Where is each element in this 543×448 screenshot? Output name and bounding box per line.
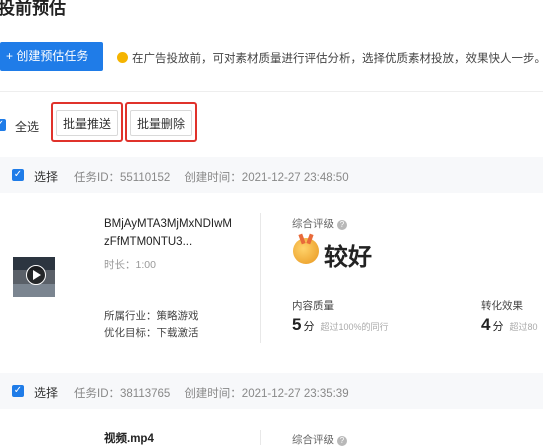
conversion-label: 转化效果 (481, 300, 523, 312)
help-icon[interactable]: ? (337, 220, 347, 230)
task-select-checkbox[interactable]: ✓ (12, 385, 24, 397)
content-quality-label: 内容质量 (292, 300, 334, 312)
page-title: 投前预估 (0, 0, 66, 18)
medal-icon (293, 233, 319, 264)
task-select-label: 选择 (34, 170, 59, 184)
divider (0, 91, 543, 92)
task-meta: 任务ID：38113765 创建时间：2021-12-27 23:35:39 (74, 385, 349, 401)
task-select-checkbox[interactable]: ✓ (12, 169, 24, 181)
task-created-time: 创建时间：2021-12-27 23:35:39 (184, 388, 349, 400)
task-meta: 任务ID：55110152 创建时间：2021-12-27 23:48:50 (74, 169, 349, 185)
conversion-score: 4 分超过80 (481, 315, 538, 334)
select-all-checkbox[interactable]: ✓ (0, 119, 6, 131)
select-all-label: 全选 (15, 120, 40, 134)
play-icon (26, 265, 46, 285)
file-name: BMjAyMTA3MjMxNDIwMzFfMTM0NTU3... (104, 218, 232, 248)
bulk-delete-button[interactable]: 批量删除 (130, 110, 192, 136)
create-estimate-task-button[interactable]: + 创建预估任务 (0, 42, 103, 71)
task-id: 任务ID：55110152 (74, 172, 171, 184)
duration: 时长：1:00 (104, 259, 156, 271)
lightbulb-icon (117, 52, 128, 63)
divider (260, 430, 261, 445)
video-thumbnail[interactable] (13, 257, 55, 297)
overall-rating-label: 综合评级? (292, 216, 347, 231)
optimization-goal: 优化目标：下载激活 (104, 327, 199, 339)
industry: 所属行业：策略游戏 (104, 310, 199, 322)
divider (260, 213, 261, 343)
content-quality-score: 5 分超过100%的同行 (292, 315, 389, 334)
task-select-label: 选择 (34, 386, 59, 400)
task-id: 任务ID：38113765 (74, 388, 171, 400)
overall-rating-value: 较好 (324, 244, 372, 271)
tip-banner: 在广告投放前，可对素材质量进行评估分析，选择优质素材投放，效果快人一步。 (117, 50, 543, 66)
file-name: 视频.mp4 (104, 433, 154, 445)
tip-text: 在广告投放前，可对素材质量进行评估分析，选择优质素材投放，效果快人一步。 (132, 53, 543, 65)
bulk-push-button[interactable]: 批量推送 (56, 110, 118, 136)
task-created-time: 创建时间：2021-12-27 23:48:50 (184, 172, 349, 184)
